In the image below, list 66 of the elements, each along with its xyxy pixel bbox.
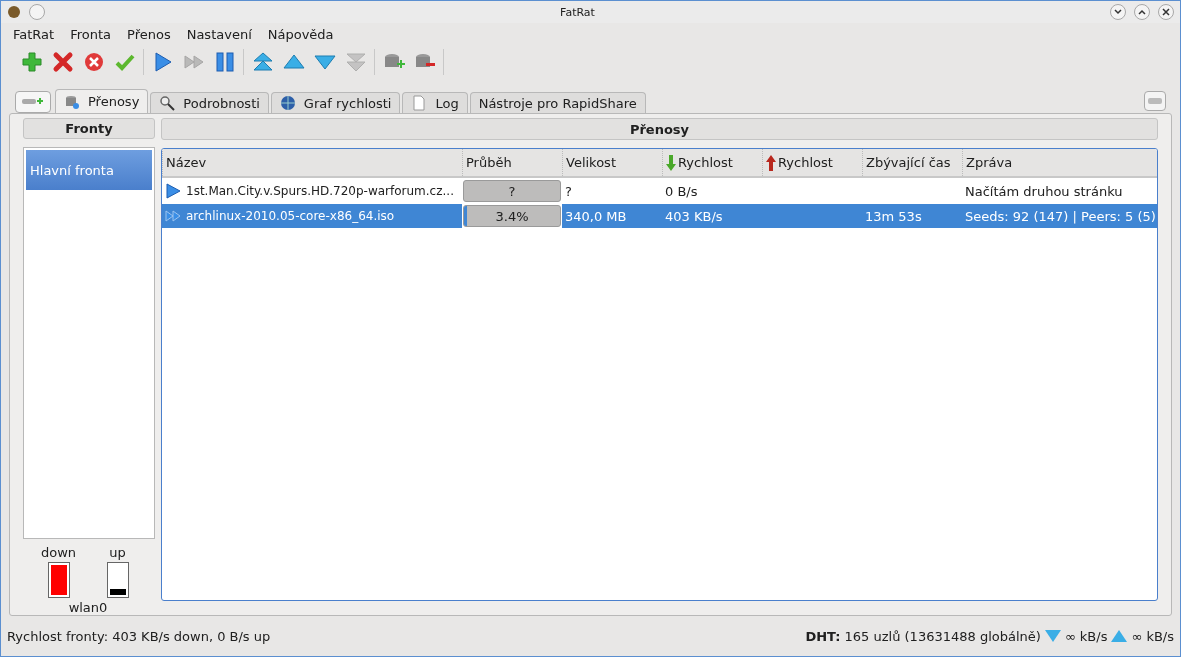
interface-label: wlan0 bbox=[67, 600, 109, 615]
tab[interactable]: Nástroje pro RapidShare bbox=[469, 92, 646, 113]
drive-icon bbox=[1148, 98, 1162, 104]
close-icon bbox=[1162, 8, 1170, 16]
pause-icon bbox=[213, 51, 236, 73]
menu-item[interactable]: Nastavení bbox=[178, 26, 260, 42]
menu-item[interactable]: Nápověda bbox=[259, 26, 342, 42]
menu-item[interactable]: FatRat bbox=[5, 26, 63, 42]
tab[interactable]: Log bbox=[402, 92, 468, 113]
progress-text: ? bbox=[508, 183, 516, 199]
table-cell: archlinux-2010.05-core-x86_64.iso bbox=[186, 209, 395, 223]
down-arrow-icon bbox=[1044, 629, 1061, 643]
app-icon bbox=[7, 5, 21, 19]
down-arrow-icon bbox=[666, 154, 676, 171]
window-title: FatRat bbox=[559, 5, 596, 19]
upload-limit: ∞ kB/s bbox=[1131, 628, 1174, 644]
menu-item[interactable]: Přenos bbox=[119, 26, 179, 42]
meter-label: down bbox=[39, 545, 78, 560]
chevron-down-icon bbox=[1114, 9, 1122, 15]
up-arrow-icon bbox=[766, 154, 776, 171]
globe-icon bbox=[279, 95, 296, 111]
plus-icon bbox=[20, 51, 43, 73]
column-header[interactable]: Velikost bbox=[562, 149, 662, 176]
window-menu-button[interactable] bbox=[29, 4, 45, 20]
delete-icon bbox=[82, 51, 105, 73]
double-up-arrow-icon bbox=[251, 51, 274, 73]
meter-label: up bbox=[108, 545, 127, 560]
tab[interactable]: Podrobnosti bbox=[150, 92, 269, 113]
menu-item[interactable]: Fronta bbox=[62, 26, 120, 42]
fast-forward-icon bbox=[165, 208, 181, 224]
close-tab-button[interactable] bbox=[1144, 91, 1166, 111]
progress-text: 3.4% bbox=[495, 208, 529, 224]
column-header[interactable]: Rychlost bbox=[662, 149, 762, 176]
column-header[interactable]: Rychlost bbox=[762, 149, 862, 176]
column-header: Fronty bbox=[23, 118, 155, 140]
minimize-button[interactable] bbox=[1110, 4, 1126, 20]
cross-icon bbox=[51, 51, 74, 73]
column-header[interactable]: Průběh bbox=[462, 149, 562, 176]
transfer-row[interactable]: archlinux-2010.05-core-x86_64.iso 3.4% 340,0 MB 403 KB/s 13m 53s Seeds: 92 (147) | Peers: 5 (5) bbox=[162, 204, 1157, 228]
table-cell: Seeds: 92 (147) | Peers: 5 (5) bbox=[965, 208, 1156, 224]
table-cell: 13m 53s bbox=[865, 208, 922, 224]
column-header: Přenosy bbox=[161, 118, 1158, 140]
dht-status: DHT: 165 uzlů (13631488 globálně) bbox=[805, 628, 1041, 644]
table-cell: ? bbox=[565, 183, 572, 199]
chevron-up-icon bbox=[1138, 9, 1146, 15]
close-button[interactable] bbox=[1158, 4, 1174, 20]
table-cell: 0 B/s bbox=[665, 183, 698, 199]
magnifier-icon bbox=[159, 95, 176, 111]
status-text: Rychlost fronty: 403 KB/s down, 0 B/s up bbox=[7, 628, 271, 644]
download-limit: ∞ kB/s bbox=[1064, 628, 1108, 644]
maximize-button[interactable] bbox=[1134, 4, 1150, 20]
table-cell: 1st.Man.City.v.Spurs.HD.720p-warforum.cz... bbox=[186, 184, 454, 198]
document-icon bbox=[411, 95, 428, 111]
column-header[interactable]: Zbývající čas bbox=[862, 149, 962, 176]
table-cell: Načítám druhou stránku bbox=[965, 183, 1123, 199]
column-header[interactable]: Název bbox=[162, 149, 462, 176]
new-tab-button[interactable] bbox=[15, 91, 51, 113]
table-cell: 340,0 MB bbox=[565, 208, 627, 224]
table-cell: 403 KB/s bbox=[665, 208, 723, 224]
tab[interactable]: Graf rychlosti bbox=[270, 92, 401, 113]
double-down-arrow-icon bbox=[344, 51, 367, 73]
column-header[interactable]: Zpráva bbox=[962, 149, 1157, 176]
tab[interactable]: Přenosy bbox=[55, 89, 149, 113]
database-icon bbox=[64, 93, 80, 110]
up-arrow-icon bbox=[1111, 629, 1128, 643]
play-icon bbox=[165, 183, 181, 199]
